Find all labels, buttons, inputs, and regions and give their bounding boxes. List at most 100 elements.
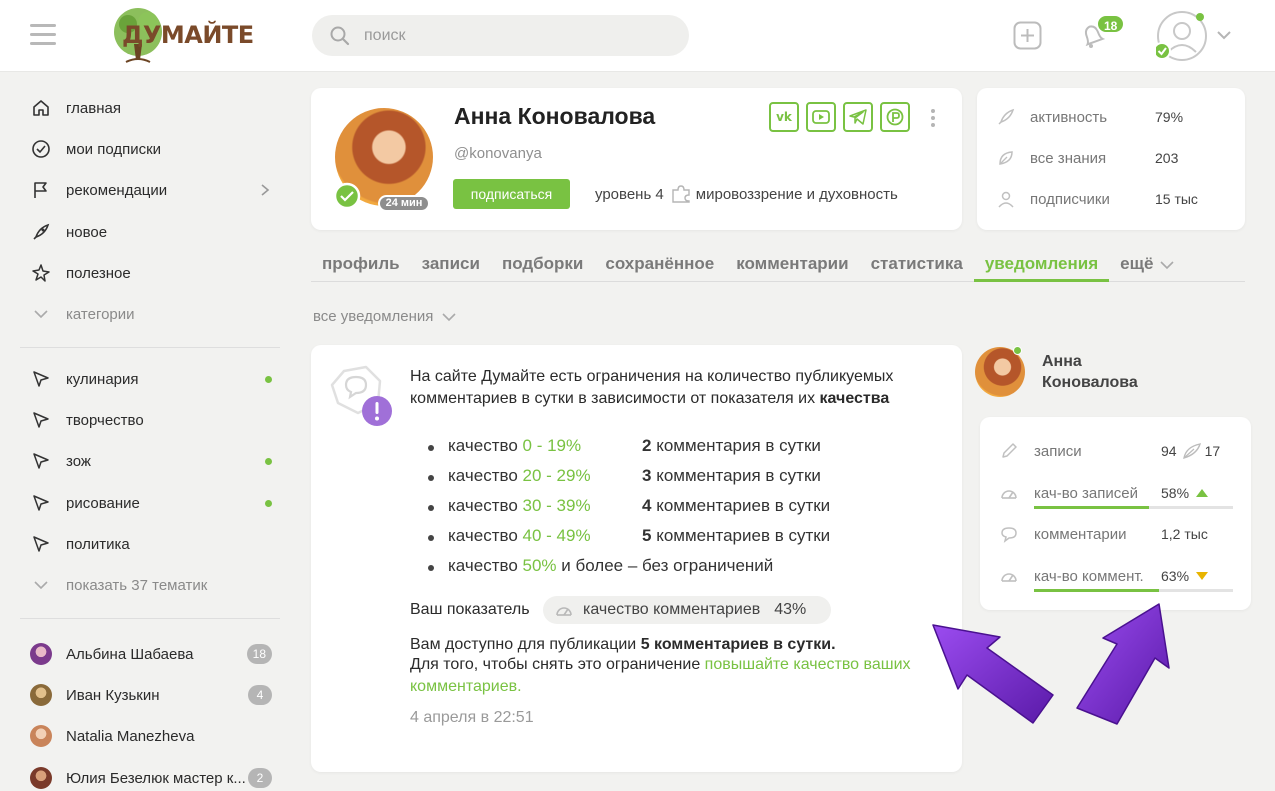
sidebar-item-useful[interactable]: полезное bbox=[30, 261, 280, 285]
star-icon bbox=[30, 262, 52, 284]
author-stat-posts: записи 94 17 bbox=[1000, 440, 1232, 462]
chevron-down-icon[interactable] bbox=[1216, 29, 1232, 41]
author-stat-comments: комментарии 1,2 тыс bbox=[1000, 523, 1232, 545]
notification-intro-line2: комментариев в сутки в зависимости от по… bbox=[410, 388, 889, 410]
tab-comments[interactable]: комментарии bbox=[725, 248, 859, 282]
sidebar-item-recommendations[interactable]: рекомендации bbox=[30, 178, 280, 202]
sidebar-item-label: рисование bbox=[66, 494, 140, 512]
gauge-icon bbox=[1000, 569, 1020, 583]
bullet bbox=[428, 445, 434, 451]
tab-notifications[interactable]: уведомления bbox=[973, 248, 1110, 282]
indicator-label: качество комментариев bbox=[583, 601, 761, 618]
tab-more[interactable]: ещё bbox=[1109, 248, 1186, 282]
search-input[interactable] bbox=[364, 15, 664, 56]
sidebar-item-label: мои подписки bbox=[66, 140, 162, 158]
sidebar-topic-politics[interactable]: политика bbox=[30, 532, 280, 556]
sidebar-item-label: рекомендации bbox=[66, 181, 168, 199]
improve-quality-link[interactable]: повышайте качество ваших bbox=[705, 656, 911, 673]
tab-profile[interactable]: профиль bbox=[311, 248, 411, 282]
menu-icon[interactable] bbox=[30, 24, 56, 46]
sidebar-user[interactable]: Иван Кузькин 4 bbox=[30, 683, 280, 707]
youtube-icon[interactable] bbox=[806, 102, 836, 132]
sidebar-item-label: полезное bbox=[66, 264, 131, 282]
rule-text: комментария в сутки bbox=[651, 436, 821, 455]
sidebar-show-more-topics[interactable]: показать 37 тематик bbox=[30, 573, 280, 597]
gauge-icon bbox=[556, 607, 572, 616]
posts-extra: 17 bbox=[1204, 443, 1221, 459]
available-text: Вам доступно для публикации 5 комментари… bbox=[410, 634, 836, 656]
sidebar-item-new[interactable]: новое bbox=[30, 220, 280, 244]
stat-value: 58% bbox=[1161, 485, 1209, 501]
user-avatar-icon[interactable] bbox=[1156, 10, 1208, 62]
quality-rule-row: качество 50% и более – без ограничений bbox=[428, 556, 888, 578]
rocket-icon bbox=[997, 108, 1015, 126]
logo-text: ДУМАЙТЕ bbox=[122, 21, 254, 49]
home-icon bbox=[30, 97, 52, 119]
online-time-badge: 24 мин bbox=[378, 195, 430, 212]
improve-quality-link-cont[interactable]: комментариев. bbox=[410, 676, 522, 698]
quality-rule-row: качество 30 - 39% 4 комментариев в сутки bbox=[428, 496, 888, 518]
chevron-right-icon[interactable] bbox=[260, 183, 270, 197]
tab-saved[interactable]: сохранённое bbox=[594, 248, 725, 282]
profile-level: уровень 4 мировоззрение и духовность bbox=[595, 184, 898, 204]
add-post-icon[interactable] bbox=[1013, 21, 1042, 50]
sidebar-topic-drawing[interactable]: рисование bbox=[30, 491, 280, 515]
annotation-arrow-icon bbox=[1076, 603, 1170, 725]
sidebar-user[interactable]: Юлия Безелюк мастер к... 2 bbox=[30, 766, 280, 790]
telegram-icon[interactable] bbox=[843, 102, 873, 132]
annotation-arrow-icon bbox=[932, 624, 1054, 724]
available-prefix: Вам доступно для публикации bbox=[410, 636, 641, 653]
logo[interactable]: ДУМАЙТЕ bbox=[106, 6, 254, 66]
more-options-icon[interactable] bbox=[926, 107, 940, 129]
sidebar-topic-creativity[interactable]: творчество bbox=[30, 408, 280, 432]
avatar bbox=[30, 643, 52, 665]
rule-range: 40 - 49% bbox=[522, 526, 591, 545]
remove-limit-text: Для того, чтобы снять это ограничение по… bbox=[410, 654, 911, 676]
new-indicator-dot bbox=[265, 458, 272, 465]
sidebar-topic-health[interactable]: зож bbox=[30, 449, 280, 473]
subscribe-button[interactable]: подписаться bbox=[453, 179, 570, 209]
rocket-icon bbox=[30, 221, 52, 243]
profile-topic[interactable]: мировоззрение и духовность bbox=[696, 186, 898, 203]
verified-icon bbox=[333, 182, 361, 210]
quality-rule-row: качество 20 - 29% 3 комментария в сутки bbox=[428, 466, 888, 488]
search-bar[interactable] bbox=[312, 15, 689, 56]
author-stat-post-quality: кач-во записей 58% bbox=[1000, 482, 1232, 504]
sidebar-item-label: творчество bbox=[66, 411, 144, 429]
new-indicator-dot bbox=[265, 376, 272, 383]
cursor-arrow-icon bbox=[30, 450, 52, 472]
sidebar-item-categories[interactable]: категории bbox=[30, 302, 280, 326]
intro-bold: качества bbox=[819, 390, 890, 407]
tab-posts[interactable]: записи bbox=[411, 248, 491, 282]
chevron-down-icon bbox=[30, 303, 52, 325]
new-indicator-dot bbox=[265, 500, 272, 507]
sidebar-topic-cooking[interactable]: кулинария bbox=[30, 367, 280, 391]
intro-text: комментариев в сутки в зависимости от по… bbox=[410, 390, 820, 407]
comment-quality-value: 63% bbox=[1161, 568, 1190, 584]
notifications-badge: 18 bbox=[1096, 14, 1126, 34]
bullet bbox=[428, 475, 434, 481]
sidebar-user[interactable]: Natalia Manezheva bbox=[30, 724, 280, 748]
vk-icon[interactable]: vk bbox=[769, 102, 799, 132]
user-count-badge: 4 bbox=[248, 685, 272, 705]
dzen-icon[interactable] bbox=[880, 102, 910, 132]
tab-collections[interactable]: подборки bbox=[491, 248, 594, 282]
user-name: Юлия Безелюк мастер к... bbox=[66, 769, 246, 787]
gauge-icon bbox=[1000, 486, 1020, 500]
sidebar-user[interactable]: Альбина Шабаева 18 bbox=[30, 642, 280, 666]
comment-quality-bar-fill bbox=[1034, 589, 1160, 592]
notification-intro-line1: На сайте Думайте есть ограничения на кол… bbox=[410, 368, 894, 385]
comment-quality-bar bbox=[1034, 589, 1233, 592]
author-name[interactable]: Анна Коновалова bbox=[1042, 351, 1182, 393]
sidebar-item-home[interactable]: главная bbox=[30, 96, 280, 120]
tab-statistics[interactable]: статистика bbox=[860, 248, 974, 282]
sidebar-item-label: политика bbox=[66, 535, 130, 553]
sidebar-item-subscriptions[interactable]: мои подписки bbox=[30, 137, 280, 161]
stat-label: все знания bbox=[1030, 149, 1107, 167]
stat-label: комментарии bbox=[1034, 525, 1127, 543]
indicator-value: 43% bbox=[774, 601, 807, 618]
notifications-filter[interactable]: все уведомления bbox=[313, 308, 457, 325]
author-name-line: Анна bbox=[1042, 353, 1082, 370]
user-name: Natalia Manezheva bbox=[66, 727, 195, 745]
bullet bbox=[428, 505, 434, 511]
